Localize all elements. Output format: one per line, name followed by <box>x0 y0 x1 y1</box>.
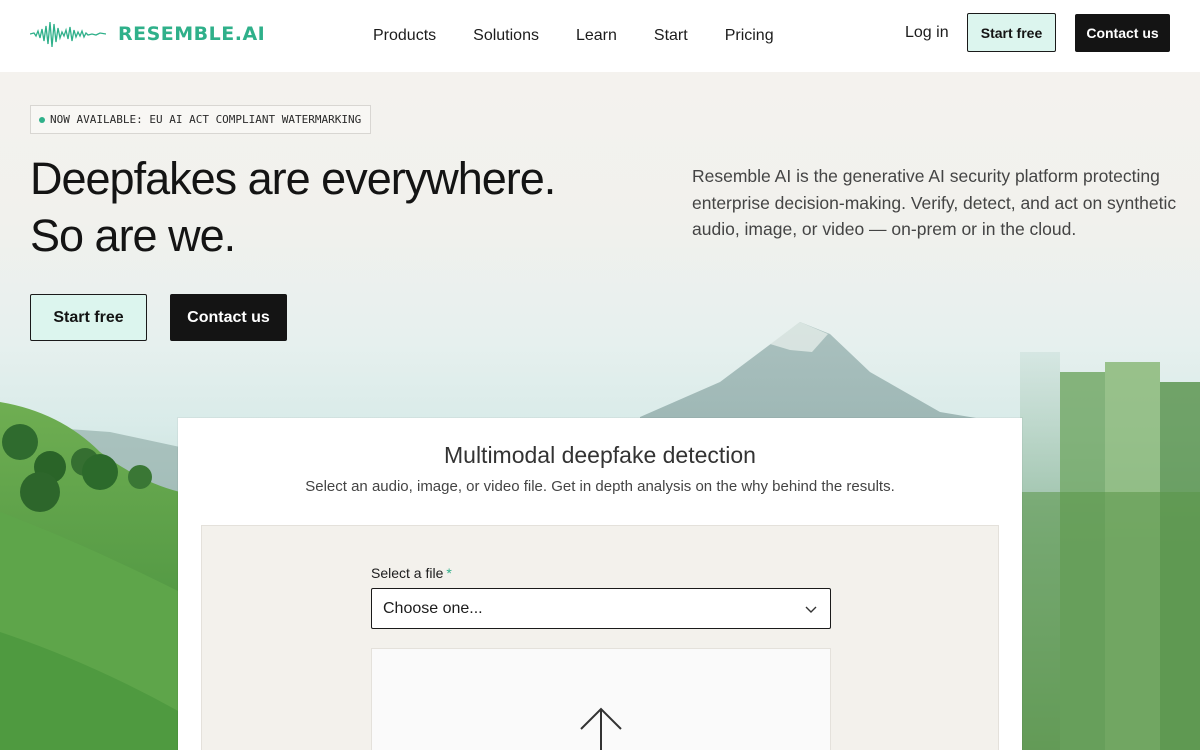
hero-contact-button[interactable]: Contact us <box>170 294 287 341</box>
detection-subtitle: Select an audio, image, or video file. G… <box>305 478 895 495</box>
file-type-select-value: Choose one... <box>383 599 483 617</box>
login-link[interactable]: Log in <box>905 24 949 42</box>
nav-learn[interactable]: Learn <box>576 27 617 45</box>
nav-solutions[interactable]: Solutions <box>473 27 539 45</box>
hero-description: Resemble AI is the generative AI securit… <box>692 166 1177 239</box>
nav-pricing[interactable]: Pricing <box>725 27 774 45</box>
chevron-down-icon <box>805 606 817 613</box>
brand-name: RESEMBLE.AI <box>118 23 266 45</box>
site-header: RESEMBLE.AI Products Solutions Learn Sta… <box>0 0 1200 72</box>
nav-start[interactable]: Start <box>654 27 688 45</box>
badge-dot-icon <box>39 116 45 123</box>
file-field-label-text: Select a file <box>371 565 444 581</box>
hero-title-line1: Deepfakes are everywhere. <box>30 153 556 204</box>
nav-products[interactable]: Products <box>373 27 436 45</box>
waveform-icon <box>30 21 106 48</box>
badge-text: NOW AVAILABLE: EU AI ACT COMPLIANT WATER… <box>50 113 362 126</box>
header-start-free-button[interactable]: Start free <box>967 13 1056 52</box>
detection-title: Multimodal deepfake detection <box>444 442 756 468</box>
hero-start-free-button[interactable]: Start free <box>30 294 147 341</box>
file-field-label: Select a file * <box>371 565 452 581</box>
header-contact-button[interactable]: Contact us <box>1075 14 1170 52</box>
deepfake-detection-card: Multimodal deepfake detection Select an … <box>178 418 1022 750</box>
upload-panel: Select a file * Choose one... <box>201 525 999 750</box>
main-nav: Products Solutions Learn Start Pricing <box>373 0 774 72</box>
hero-title-line2: So are we. <box>30 210 236 261</box>
required-marker: * <box>446 565 452 581</box>
arrow-up-icon <box>580 707 622 750</box>
file-type-select[interactable]: Choose one... <box>371 588 831 629</box>
brand-logo[interactable]: RESEMBLE.AI <box>30 14 265 54</box>
file-dropzone[interactable] <box>371 648 831 750</box>
announcement-badge[interactable]: NOW AVAILABLE: EU AI ACT COMPLIANT WATER… <box>30 105 371 134</box>
hero-title: Deepfakes are everywhere. So are we. <box>30 150 590 264</box>
